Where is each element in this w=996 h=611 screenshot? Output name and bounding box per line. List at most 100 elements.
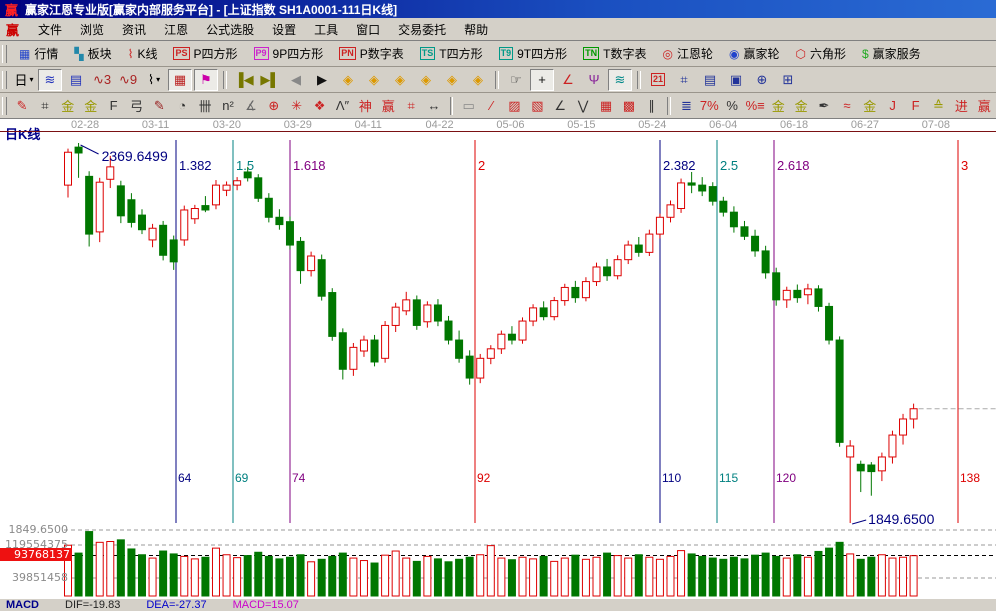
volume-bar — [614, 556, 621, 596]
candle-body — [582, 282, 589, 298]
gann-count-label: 120 — [776, 471, 796, 485]
volume-bar — [107, 542, 114, 596]
candle-body — [593, 267, 600, 282]
volume-bar — [540, 556, 547, 596]
gann-ratio-label: 1.382 — [179, 158, 212, 173]
volume-bar — [530, 559, 537, 596]
candle-body — [551, 301, 558, 317]
indicator-name[interactable]: MACD — [6, 599, 39, 611]
volume-bar — [138, 555, 145, 596]
gann-count-label: 115 — [719, 471, 738, 485]
candle-body — [138, 215, 145, 230]
volume-bar — [826, 548, 833, 596]
volume-bar — [297, 555, 304, 596]
candle-body — [329, 293, 336, 337]
volume-bar — [434, 559, 441, 596]
candle-body — [466, 356, 473, 378]
candle-body — [878, 457, 885, 471]
candle-body — [572, 287, 579, 297]
candle-body — [160, 225, 167, 255]
candle-body — [350, 347, 357, 369]
candle-body — [265, 198, 272, 217]
gann-ratio-label: 1.618 — [293, 158, 326, 173]
candle-body — [900, 419, 907, 435]
volume-bar — [403, 558, 410, 596]
candle-body — [604, 267, 611, 276]
volume-bar — [456, 559, 463, 596]
candle-body — [339, 333, 346, 370]
candle-body — [286, 222, 293, 245]
gann-ratio-label: 2.5 — [720, 158, 738, 173]
candle-body — [255, 178, 262, 198]
volume-bar — [762, 553, 769, 596]
volume-bar — [329, 556, 336, 596]
volume-bar — [413, 561, 420, 596]
volume-bar — [794, 555, 801, 596]
volume-bar — [170, 554, 177, 596]
volume-bar — [371, 563, 378, 596]
volume-bar — [625, 558, 632, 596]
volume-bar — [149, 558, 156, 596]
candle-body — [910, 409, 917, 419]
volume-bar — [519, 557, 526, 596]
candle-body — [434, 305, 441, 321]
volume-bar — [128, 549, 135, 596]
candle-body — [678, 183, 685, 209]
volume-bar — [318, 559, 325, 596]
gann-count-label: 92 — [477, 471, 491, 485]
volume-bar — [86, 532, 93, 596]
volume-bar — [910, 556, 917, 596]
low-annotation-pointer — [852, 520, 866, 524]
volume-bar — [889, 558, 896, 596]
volume-bar — [815, 551, 822, 596]
macd-value: MACD=15.07 — [233, 599, 299, 611]
volume-ref2-label: 39851458 — [0, 571, 68, 584]
candle-body — [128, 200, 135, 223]
current-volume-badge: 93768137 — [0, 548, 72, 561]
candle-body — [456, 340, 463, 358]
kline-chart[interactable]: 1.382641.5691.618742922.3821102.51152.61… — [0, 0, 996, 610]
volume-bar — [783, 558, 790, 596]
volume-bar — [286, 557, 293, 596]
candle-body — [635, 245, 642, 252]
volume-bar — [181, 556, 188, 596]
candle-body — [646, 234, 653, 252]
volume-bar — [635, 555, 642, 596]
gann-count-label: 110 — [662, 471, 681, 485]
gann-count-label: 74 — [292, 471, 306, 485]
volume-bar — [424, 556, 431, 596]
candle-body — [667, 205, 674, 217]
volume-bar — [572, 555, 579, 596]
volume-bar — [857, 559, 864, 596]
volume-bar — [477, 555, 484, 596]
volume-bar — [582, 559, 589, 596]
candle-body — [540, 308, 547, 317]
candle-body — [868, 465, 875, 472]
volume-bar — [339, 553, 346, 596]
candle-body — [530, 308, 537, 321]
candle-body — [413, 300, 420, 326]
candle-body — [762, 251, 769, 273]
gann-ratio-label: 2 — [478, 158, 485, 173]
candle-body — [318, 260, 325, 297]
candle-body — [773, 273, 780, 300]
volume-bar — [699, 556, 706, 596]
volume-bar — [75, 553, 82, 596]
volume-bar — [308, 562, 315, 596]
candle-body — [889, 435, 896, 457]
candle-body — [96, 182, 103, 232]
candle-body — [487, 349, 494, 359]
candle-body — [445, 321, 452, 340]
candle-body — [688, 183, 695, 185]
gann-ratio-label: 2.618 — [777, 158, 810, 173]
volume-bar — [868, 557, 875, 596]
candle-body — [836, 340, 843, 442]
volume-bar — [900, 557, 907, 596]
volume-bar — [646, 557, 653, 596]
candle-body — [75, 147, 82, 153]
volume-bar — [720, 559, 727, 596]
volume-bar — [202, 557, 209, 596]
volume-bar — [678, 551, 685, 596]
volume-bar — [276, 559, 283, 596]
volume-bar — [360, 561, 367, 596]
